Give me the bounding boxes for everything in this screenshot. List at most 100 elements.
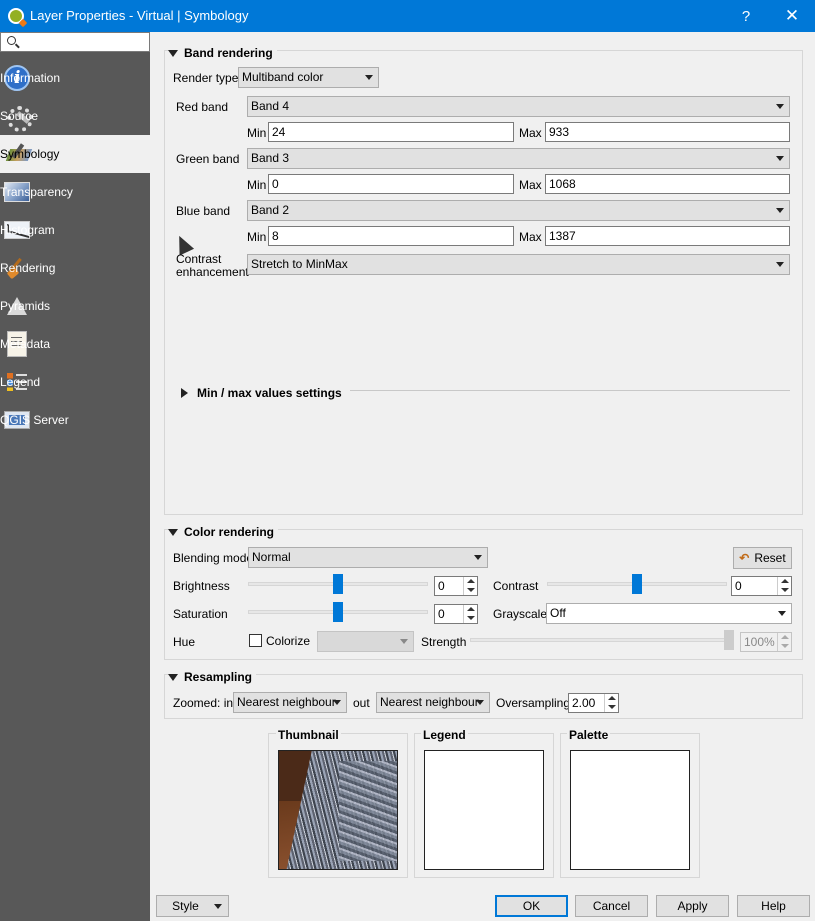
- chevron-down-icon: [214, 904, 222, 909]
- spin-arrows-icon[interactable]: [463, 605, 477, 623]
- collapse-arrow-icon: [168, 673, 178, 681]
- blue-band-label: Blue band: [176, 204, 231, 218]
- collapse-arrow-icon: [168, 528, 178, 536]
- zoomed-out-label: out: [353, 696, 370, 710]
- render-type-value: Multiband color: [242, 70, 324, 84]
- zoomed-in-select[interactable]: Nearest neighbour: [233, 692, 347, 713]
- oversampling-spinbox[interactable]: 2.00: [568, 693, 619, 713]
- red-max-input[interactable]: 933: [545, 122, 790, 142]
- sidebar-item-metadata[interactable]: Metadata: [0, 325, 150, 363]
- sidebar-item-source[interactable]: Source: [0, 97, 150, 135]
- brightness-slider[interactable]: [248, 574, 428, 594]
- help-button[interactable]: Help: [737, 895, 810, 917]
- cancel-button[interactable]: Cancel: [575, 895, 648, 917]
- minmax-settings-title: Min / max values settings: [197, 386, 342, 400]
- minmax-settings-header[interactable]: Min / max values settings: [181, 386, 342, 400]
- divider: [350, 390, 790, 391]
- hue-label: Hue: [173, 635, 196, 649]
- chevron-down-icon: [776, 262, 784, 267]
- close-window-button[interactable]: ✕: [769, 0, 815, 32]
- blending-mode-select[interactable]: Normal: [248, 547, 488, 568]
- contrast-slider[interactable]: [547, 574, 727, 594]
- green-band-select[interactable]: Band 3: [247, 148, 790, 169]
- title-bar: Layer Properties - Virtual | Symbology ?…: [0, 0, 815, 32]
- slider-thumb[interactable]: [333, 602, 343, 622]
- green-max-input[interactable]: 1068: [545, 174, 790, 194]
- oversampling-value: 2.00: [572, 696, 596, 710]
- saturation-spinbox[interactable]: 0: [434, 604, 478, 624]
- spin-arrows-icon[interactable]: [777, 577, 791, 595]
- colorize-color-select[interactable]: [317, 631, 414, 652]
- palette-preview-title: Palette: [567, 728, 611, 742]
- zoomed-out-select[interactable]: Nearest neighbour: [376, 692, 490, 713]
- blue-max-input[interactable]: 1387: [545, 226, 790, 246]
- red-band-select[interactable]: Band 4: [247, 96, 790, 117]
- expand-arrow-icon: [181, 388, 188, 398]
- color-rendering-title: Color rendering: [184, 525, 275, 539]
- sidebar-item-pyramids[interactable]: Pyramids: [0, 287, 150, 325]
- red-min-input[interactable]: 24: [268, 122, 514, 142]
- sidebar-item-histogram[interactable]: Histogram: [0, 211, 150, 249]
- undo-icon: ↶: [739, 551, 750, 565]
- strength-slider[interactable]: [470, 630, 734, 650]
- red-max-label: Max: [519, 126, 542, 140]
- blue-max-label: Max: [519, 230, 542, 244]
- contrast-enhancement-label-2: enhancement: [176, 265, 249, 279]
- spin-arrows-icon[interactable]: [604, 694, 618, 712]
- sidebar-search-input[interactable]: [21, 34, 146, 50]
- sidebar-item-symbology[interactable]: Symbology: [0, 135, 150, 173]
- saturation-slider[interactable]: [248, 602, 428, 622]
- help-title-button[interactable]: ?: [723, 0, 769, 32]
- sidebar-item-rendering[interactable]: Rendering: [0, 249, 150, 287]
- blue-band-select[interactable]: Band 2: [247, 200, 790, 221]
- sidebar-item-label: Transparency: [0, 185, 73, 199]
- contrast-spinbox[interactable]: 0: [731, 576, 792, 596]
- zoomed-in-value: Nearest neighbour: [237, 695, 336, 709]
- resampling-header[interactable]: Resampling: [168, 670, 257, 684]
- thumbnail-image: [278, 750, 398, 870]
- chevron-down-icon: [776, 156, 784, 161]
- window-title: Layer Properties - Virtual | Symbology: [30, 8, 249, 23]
- green-max-label: Max: [519, 178, 542, 192]
- green-band-label: Green band: [176, 152, 240, 166]
- sidebar-search[interactable]: [0, 32, 150, 52]
- blue-min-input[interactable]: 8: [268, 226, 514, 246]
- sidebar-item-legend[interactable]: Legend: [0, 363, 150, 401]
- reset-button[interactable]: ↶ Reset: [733, 547, 792, 569]
- apply-button[interactable]: Apply: [656, 895, 729, 917]
- chevron-down-icon: [474, 555, 482, 560]
- chevron-down-icon: [333, 700, 341, 705]
- contrast-value: 0: [735, 579, 742, 593]
- strength-value: 100%: [744, 635, 775, 649]
- brightness-label: Brightness: [173, 579, 230, 593]
- style-button[interactable]: Style: [156, 895, 229, 917]
- sidebar-item-information[interactable]: Information: [0, 59, 150, 97]
- thumbnail-title: Thumbnail: [276, 728, 341, 742]
- sidebar-item-label: QGIS Server: [0, 413, 69, 427]
- sidebar-item-qgis-server[interactable]: QGIS Server: [0, 401, 150, 439]
- sidebar-item-label: Metadata: [0, 337, 51, 351]
- sidebar-item-label: Source: [0, 109, 39, 123]
- contrast-enhancement-label-1: Contrast: [176, 252, 222, 266]
- strength-spinbox[interactable]: 100%: [740, 632, 792, 652]
- sidebar-item-transparency[interactable]: Transparency: [0, 173, 150, 211]
- ok-button[interactable]: OK: [495, 895, 568, 917]
- brightness-spinbox[interactable]: 0: [434, 576, 478, 596]
- symbology-panel: Band rendering Render type Multiband col…: [150, 32, 815, 888]
- render-type-select[interactable]: Multiband color: [238, 67, 379, 88]
- colorize-label: Colorize: [266, 634, 311, 648]
- spin-arrows-icon[interactable]: [463, 577, 477, 595]
- red-min-label: Min: [247, 126, 267, 140]
- spin-arrows-icon[interactable]: [777, 633, 791, 651]
- slider-thumb[interactable]: [724, 630, 734, 650]
- contrast-enhancement-select[interactable]: Stretch to MinMax: [247, 254, 790, 275]
- color-rendering-header[interactable]: Color rendering: [168, 525, 279, 539]
- colorize-checkbox[interactable]: [249, 634, 262, 647]
- contrast-label: Contrast: [493, 579, 539, 593]
- grayscale-select[interactable]: Off: [546, 603, 792, 624]
- red-band-label: Red band: [176, 100, 229, 114]
- slider-thumb[interactable]: [632, 574, 642, 594]
- green-min-input[interactable]: 0: [268, 174, 514, 194]
- band-rendering-header[interactable]: Band rendering: [168, 46, 277, 60]
- slider-thumb[interactable]: [333, 574, 343, 594]
